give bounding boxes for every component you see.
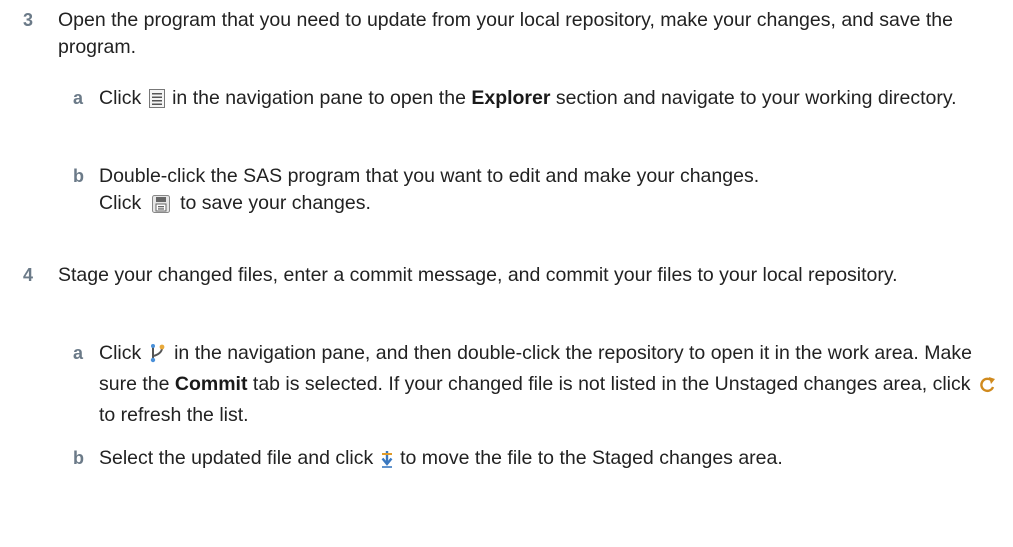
- save-icon: [151, 194, 170, 221]
- substep-text: Double-click the SAS program that you wa…: [99, 163, 1000, 221]
- document-page: 3 Open the program that you need to upda…: [0, 0, 1013, 547]
- explorer-icon: [148, 89, 165, 116]
- step-text: Stage your changed files, enter a commit…: [58, 264, 898, 286]
- substep-letter: b: [73, 166, 84, 186]
- step-number: 3: [23, 10, 34, 30]
- substep-text: Click in the navigation pane, and then d…: [99, 340, 1000, 429]
- commit-label: Commit: [174, 373, 248, 395]
- explorer-label: Explorer: [471, 87, 551, 109]
- substep-text: Click in the navigation pane to open the…: [99, 85, 1000, 116]
- step-text: Open the program that you need to update…: [58, 9, 953, 58]
- substep-letter: a: [73, 88, 84, 108]
- stage-arrow-icon: [381, 449, 393, 476]
- substep-letter: a: [73, 343, 84, 363]
- step-number: 4: [23, 265, 34, 285]
- substep-text: Select the updated file and click to mov…: [99, 445, 1000, 476]
- git-repository-icon: [149, 343, 167, 371]
- refresh-icon: [978, 375, 996, 402]
- substep-letter: b: [73, 448, 84, 468]
